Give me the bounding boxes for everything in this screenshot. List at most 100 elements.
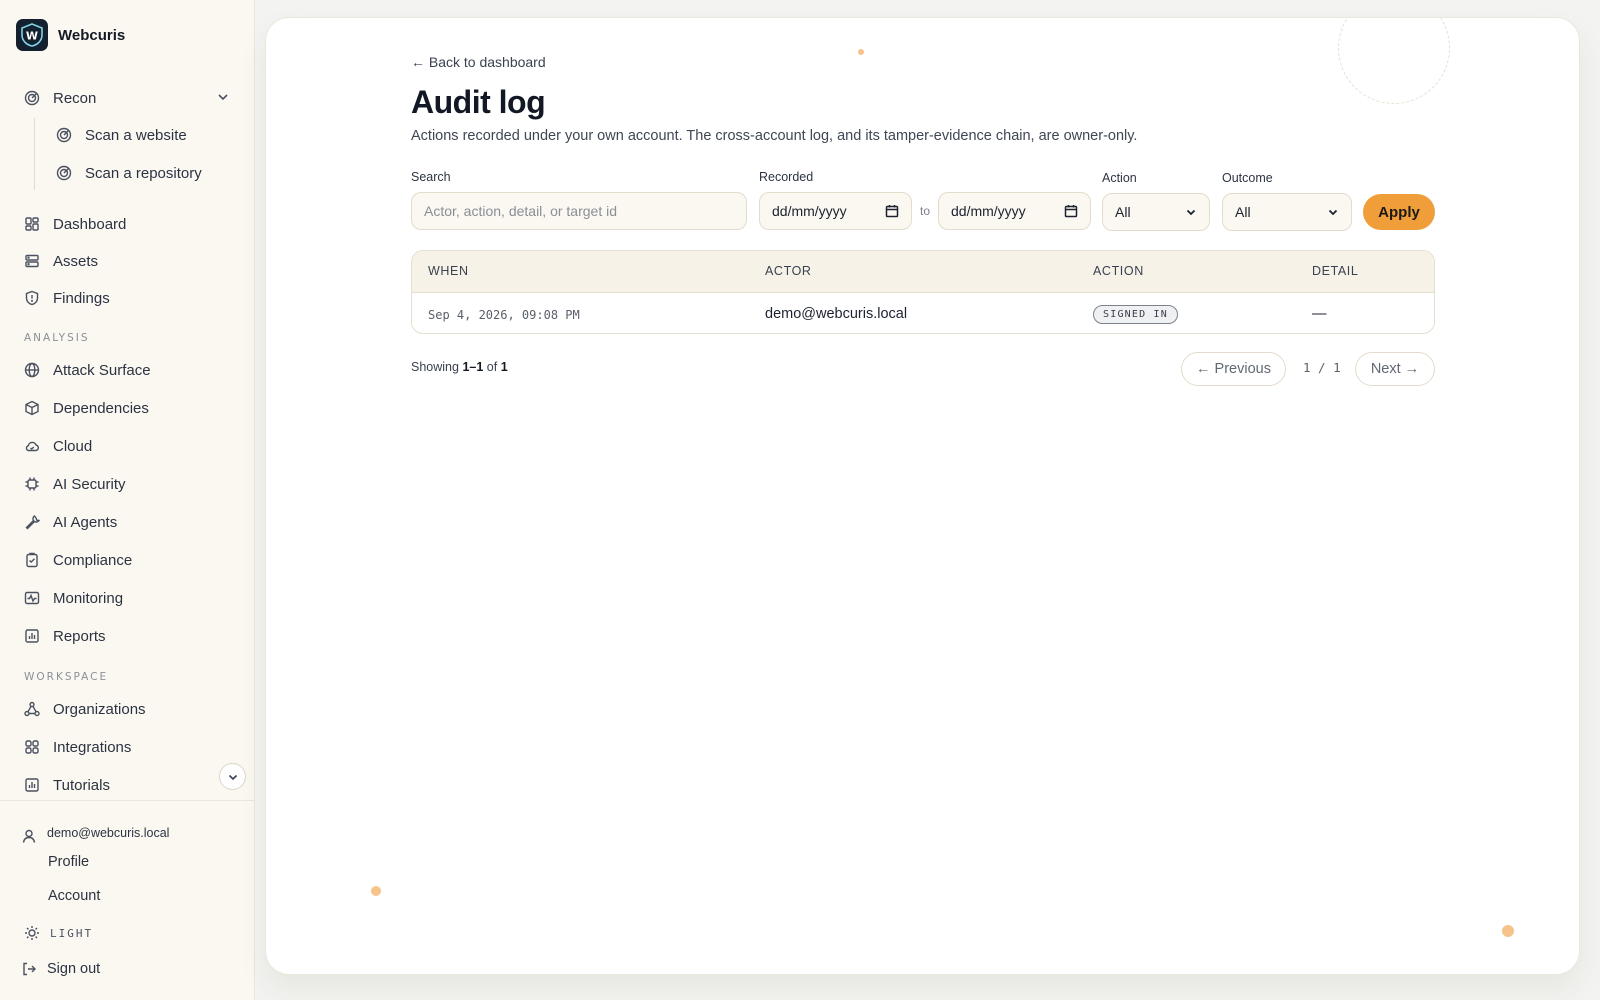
date-from-value: dd/mm/yyyy <box>772 203 847 219</box>
sidebar-item-scan-website[interactable]: Scan a website <box>56 124 187 146</box>
sidebar-item-integrations[interactable]: Integrations <box>24 736 131 758</box>
sidebar: W Webcuris Recon Scan a website Scan a r… <box>0 0 255 1000</box>
outcome-select[interactable]: All <box>1222 193 1352 231</box>
sun-icon <box>25 926 39 940</box>
calendar-icon[interactable] <box>1064 204 1078 218</box>
dashboard-icon <box>25 217 39 231</box>
sign-out-icon <box>23 962 36 976</box>
sidebar-item-label: Recon <box>53 89 97 107</box>
chevron-down-icon[interactable] <box>216 90 230 104</box>
action-label: Action <box>1102 171 1137 185</box>
next-page-button[interactable]: Next → <box>1355 352 1435 386</box>
user-email: demo@webcuris.local <box>47 826 170 840</box>
sidebar-item-reports[interactable]: Reports <box>24 625 106 647</box>
sidebar-item-label: AI Security <box>53 475 126 493</box>
table-header: WHEN ACTOR ACTION DETAIL <box>412 251 1434 293</box>
sidebar-item-label: Tutorials <box>53 776 110 794</box>
sidebar-item-compliance[interactable]: Compliance <box>24 549 132 571</box>
brand-name: Webcuris <box>58 26 126 44</box>
sign-out-button[interactable]: Sign out <box>21 961 100 977</box>
page-subtitle: Actions recorded under your own account.… <box>411 128 1138 144</box>
sidebar-item-label: Integrations <box>53 738 132 756</box>
sidebar-item-dashboard[interactable]: Dashboard <box>24 213 126 235</box>
search-input[interactable]: Actor, action, detail, or target id <box>411 192 747 230</box>
action-select-value: All <box>1115 204 1131 220</box>
page-title: Audit log <box>411 84 546 120</box>
sidebar-item-monitoring[interactable]: Monitoring <box>24 587 123 609</box>
submenu-line <box>34 118 35 190</box>
user-identity: demo@webcuris.local <box>21 822 169 844</box>
sidebar-item-scan-repository[interactable]: Scan a repository <box>56 162 202 184</box>
sidebar-item-findings[interactable]: Findings <box>24 287 110 309</box>
sidebar-item-label: AI Agents <box>53 513 118 531</box>
showing-range: 1–1 <box>462 360 484 374</box>
sidebar-item-cloud[interactable]: Cloud <box>24 435 92 457</box>
date-from-input[interactable]: dd/mm/yyyy <box>759 192 912 230</box>
page-indicator: 1 / 1 <box>1303 360 1341 375</box>
sidebar-item-ai-security[interactable]: AI Security <box>24 473 126 495</box>
nav-scroll-area[interactable]: Recon Scan a website Scan a repository D… <box>0 78 254 800</box>
back-to-dashboard-link[interactable]: ← Back to dashboard <box>411 54 546 70</box>
account-link[interactable]: Account <box>48 888 100 904</box>
sidebar-item-label: Dashboard <box>53 215 127 233</box>
outcome-select-value: All <box>1235 204 1251 220</box>
sidebar-item-label: Cloud <box>53 437 93 455</box>
theme-toggle[interactable]: LIGHT <box>24 925 93 941</box>
showing-prefix: Showing <box>411 360 459 374</box>
search-label: Search <box>411 170 451 184</box>
sidebar-item-label: Compliance <box>53 551 133 569</box>
radar-icon <box>24 90 40 106</box>
chevron-down-icon <box>1328 209 1338 216</box>
sidebar-item-assets[interactable]: Assets <box>24 250 98 272</box>
bar-chart-icon <box>25 629 39 643</box>
cell-detail: — <box>1312 306 1327 322</box>
puzzle-icon <box>25 740 39 754</box>
chevron-down-icon <box>1186 209 1196 216</box>
column-header-when: WHEN <box>428 264 469 278</box>
profile-link[interactable]: Profile <box>48 854 89 870</box>
column-header-action: ACTION <box>1093 264 1144 278</box>
sidebar-item-ai-agents[interactable]: AI Agents <box>24 511 117 533</box>
brand-logo: W <box>16 19 48 51</box>
date-to-input[interactable]: dd/mm/yyyy <box>938 192 1091 230</box>
activity-icon <box>24 591 40 605</box>
brand[interactable]: W Webcuris <box>16 19 125 51</box>
cell-when: Sep 4, 2026, 09:08 PM <box>428 308 580 322</box>
date-range-to-label: to <box>920 204 931 218</box>
sign-out-label: Sign out <box>47 961 101 977</box>
recorded-label: Recorded <box>759 170 814 184</box>
table-row[interactable]: Sep 4, 2026, 09:08 PM demo@webcuris.loca… <box>412 293 1434 333</box>
outcome-label: Outcome <box>1222 171 1273 185</box>
audit-log-table: WHEN ACTOR ACTION DETAIL Sep 4, 2026, 09… <box>411 250 1435 334</box>
sidebar-item-label: Organizations <box>53 700 146 718</box>
decorative-dot <box>858 49 864 55</box>
sidebar-item-tutorials[interactable]: Tutorials <box>24 774 110 796</box>
decorative-dot <box>1502 925 1514 937</box>
action-select[interactable]: All <box>1102 193 1210 231</box>
sidebar-item-dependencies[interactable]: Dependencies <box>24 397 149 419</box>
shield-icon <box>25 290 39 306</box>
sidebar-item-attack-surface[interactable]: Attack Surface <box>24 359 151 381</box>
svg-text:W: W <box>26 30 38 43</box>
column-header-actor: ACTOR <box>765 264 812 278</box>
clipboard-check-icon <box>26 552 38 568</box>
sidebar-item-label: Assets <box>53 252 99 270</box>
main-panel: ← Back to dashboard Audit log Actions re… <box>265 17 1580 975</box>
showing-total: 1 <box>500 360 508 374</box>
theme-label: LIGHT <box>50 926 94 940</box>
server-icon <box>25 254 39 268</box>
sidebar-scroll-down-button[interactable] <box>219 763 246 790</box>
sidebar-item-organizations[interactable]: Organizations <box>24 698 146 720</box>
previous-page-button[interactable]: ← Previous <box>1181 352 1286 386</box>
sidebar-item-recon[interactable]: Recon <box>24 87 96 109</box>
search-placeholder: Actor, action, detail, or target id <box>424 203 617 219</box>
chip-icon <box>25 477 39 491</box>
sidebar-item-label: Reports <box>53 627 106 645</box>
sidebar-item-label: Findings <box>53 289 110 307</box>
section-label-workspace: WORKSPACE <box>24 671 109 683</box>
calendar-icon[interactable] <box>885 204 899 218</box>
cell-actor: demo@webcuris.local <box>765 306 908 322</box>
apply-filters-button[interactable]: Apply <box>1363 194 1435 230</box>
sidebar-item-label: Scan a repository <box>85 164 202 182</box>
radar-icon <box>56 165 72 181</box>
